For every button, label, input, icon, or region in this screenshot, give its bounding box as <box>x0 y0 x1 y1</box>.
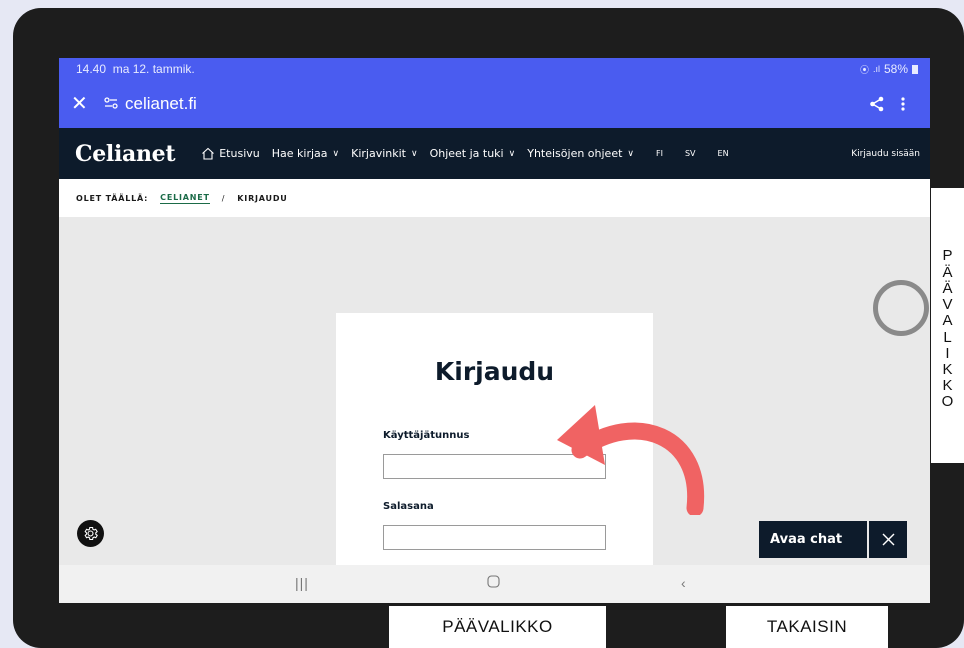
lang-en[interactable]: EN <box>718 149 729 158</box>
main-menu-button[interactable]: PÄÄVALIKKO <box>389 606 606 648</box>
lang-sv[interactable]: SV <box>685 149 696 158</box>
nav-home[interactable]: Etusivu <box>201 147 260 160</box>
chevron-down-icon: ∨ <box>627 148 634 159</box>
recent-apps-icon[interactable]: ||| <box>295 575 309 591</box>
nav-item-label: Hae kirjaa <box>271 147 328 160</box>
more-options-icon[interactable] <box>890 96 916 112</box>
nav-item-label: Yhteisöjen ohjeet <box>527 147 623 160</box>
home-icon <box>202 147 215 160</box>
signal-icon: .ıl <box>872 64 880 74</box>
side-letter: V <box>942 296 953 314</box>
side-letter: O <box>941 393 954 411</box>
site-settings-icon[interactable] <box>97 96 125 112</box>
url-domain[interactable]: celianet.fi <box>125 94 864 114</box>
breadcrumb: OLET TÄÄLLÄ: CELIANET / KIRJAUDU <box>59 179 930 217</box>
celianet-logo[interactable]: Celianet <box>75 141 176 167</box>
battery-level: 58% <box>883 62 908 76</box>
side-main-menu-button[interactable]: P Ä Ä V A L I K K O <box>931 188 964 463</box>
side-letter: P <box>942 247 953 265</box>
assistive-touch-ring[interactable] <box>873 280 929 336</box>
breadcrumb-prefix: OLET TÄÄLLÄ: <box>76 193 149 203</box>
back-button[interactable]: TAKAISIN <box>726 606 888 648</box>
nav-yhteisojen-ohjeet[interactable]: Yhteisöjen ohjeet ∨ <box>527 147 634 160</box>
share-icon[interactable] <box>864 96 890 112</box>
side-letter: A <box>942 312 953 330</box>
side-letter: K <box>942 360 953 378</box>
side-letter: I <box>945 344 950 362</box>
open-chat-button[interactable]: Avaa chat <box>759 521 867 558</box>
password-input[interactable] <box>383 525 606 550</box>
close-chat-button[interactable] <box>869 521 907 558</box>
nav-item-label: Kirjavinkit <box>351 147 406 160</box>
battery-icon <box>912 64 918 74</box>
back-icon[interactable]: ‹ <box>681 575 686 591</box>
close-icon <box>882 533 894 546</box>
status-bar: 14.40 ma 12. tammik. ⦿ .ıl 58% <box>59 58 930 80</box>
close-tab-icon[interactable]: ✕ <box>71 94 97 114</box>
nav-item-label: Ohjeet ja tuki <box>429 147 504 160</box>
site-navbar: Celianet Etusivu Hae kirjaa ∨ Kirjavinkit… <box>59 128 930 179</box>
breadcrumb-separator: / <box>221 193 226 203</box>
nav-hae-kirjaa[interactable]: Hae kirjaa ∨ <box>272 147 339 160</box>
breadcrumb-home-link[interactable]: CELIANET <box>160 193 210 204</box>
page-title: Kirjaudu <box>434 357 555 386</box>
open-chat-label: Avaa chat <box>770 532 843 547</box>
nav-kirjavinkit[interactable]: Kirjavinkit ∨ <box>351 147 417 160</box>
nav-home-label: Etusivu <box>219 147 260 160</box>
chevron-down-icon: ∨ <box>410 148 418 159</box>
breadcrumb-current: KIRJAUDU <box>237 193 288 203</box>
main-menu-label: PÄÄVALIKKO <box>442 617 553 636</box>
gear-icon <box>84 526 98 541</box>
lang-fi[interactable]: FI <box>656 149 663 158</box>
password-label: Salasana <box>383 501 434 512</box>
username-label: Käyttäjätunnus <box>383 430 470 441</box>
chevron-down-icon: ∨ <box>508 148 516 159</box>
status-time: 14.40 <box>76 62 107 76</box>
browser-url-bar: ✕ celianet.fi <box>59 80 930 128</box>
status-date: ma 12. tammik. <box>112 62 195 76</box>
login-link[interactable]: Kirjaudu sisään <box>851 149 920 159</box>
side-letter: Ä <box>942 279 953 297</box>
accessibility-settings-button[interactable] <box>77 520 104 547</box>
android-navigation-bar: ||| ‹ <box>59 565 930 603</box>
back-label: TAKAISIN <box>766 617 848 636</box>
chevron-down-icon: ∨ <box>332 148 340 159</box>
side-letter: Ä <box>942 263 953 281</box>
annotation-arrow <box>557 405 705 515</box>
side-letter: L <box>943 328 952 346</box>
wifi-icon: ⦿ <box>859 64 869 75</box>
nav-ohjeet-ja-tuki[interactable]: Ohjeet ja tuki ∨ <box>430 147 516 160</box>
tablet-screen: 14.40 ma 12. tammik. ⦿ .ıl 58% ✕ celiane… <box>59 58 930 603</box>
side-letter: K <box>942 377 953 395</box>
home-button-icon[interactable] <box>487 575 500 591</box>
